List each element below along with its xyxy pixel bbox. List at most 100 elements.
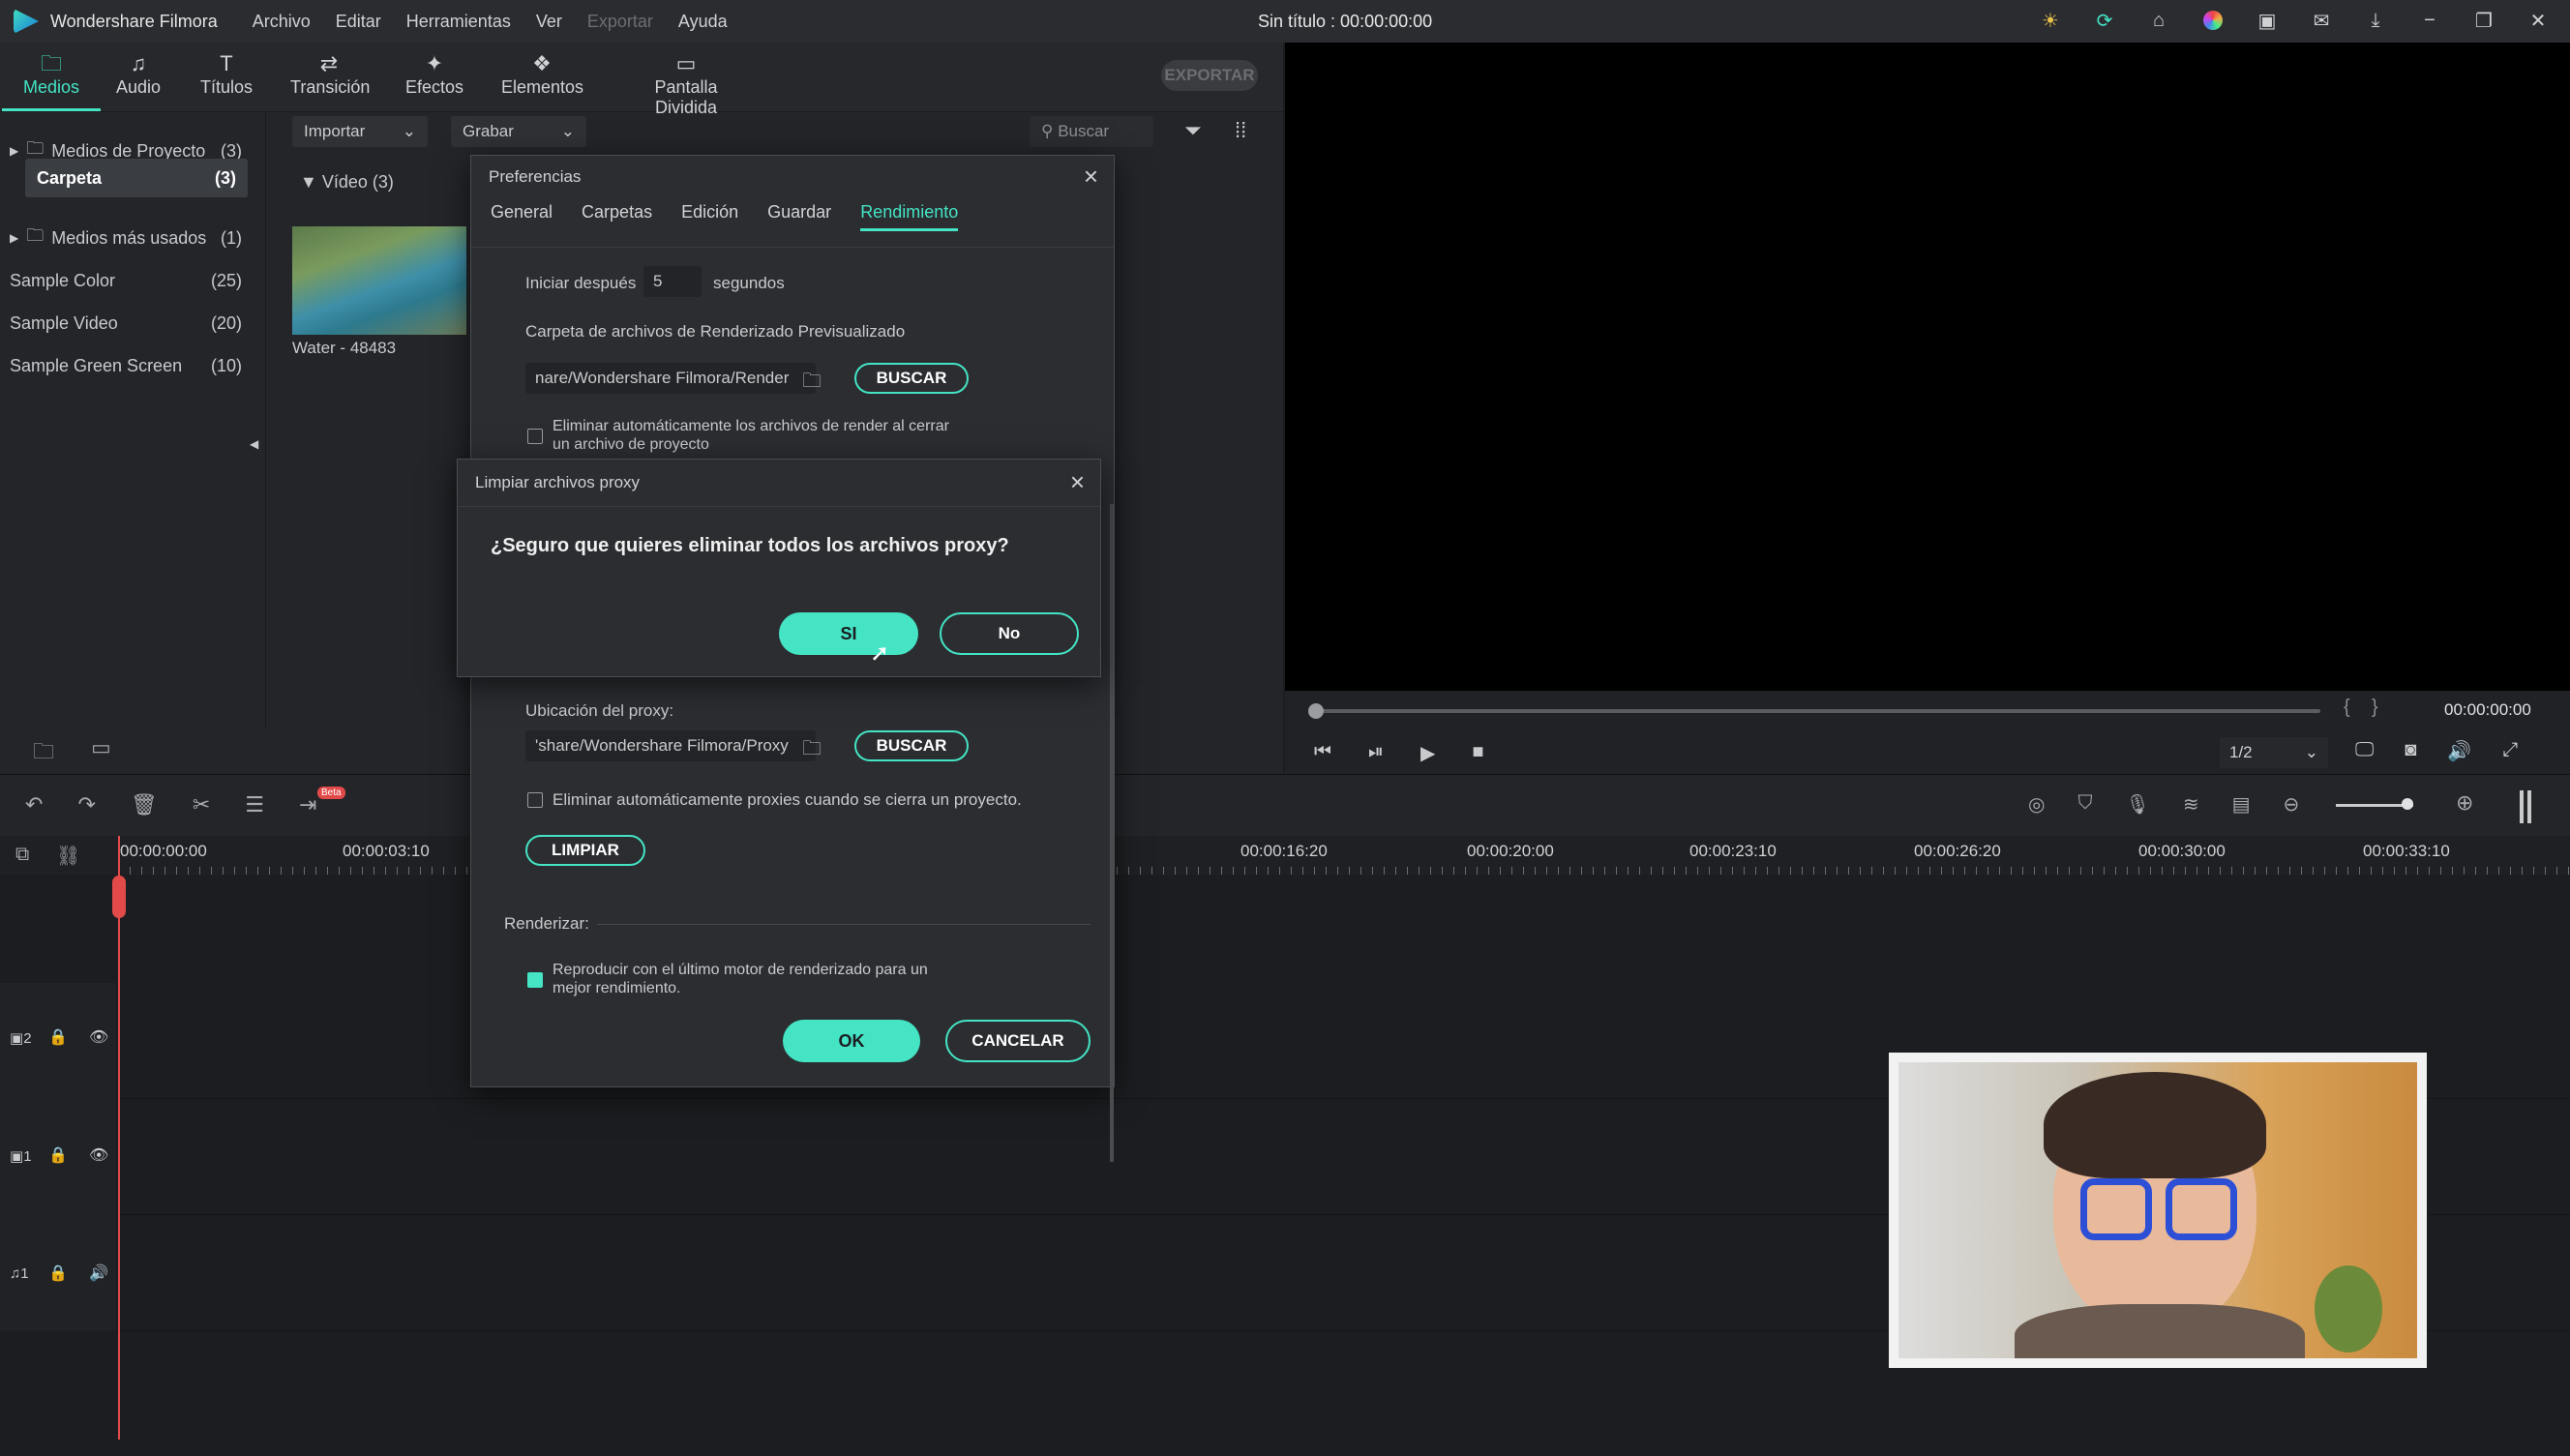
- media-group-header[interactable]: ▼ Vídeo (3): [300, 172, 394, 193]
- redo-icon[interactable]: ↷: [77, 792, 95, 817]
- zoom-slider-knob[interactable]: [2402, 798, 2413, 810]
- clip-thumbnail[interactable]: [292, 226, 466, 335]
- close-window-icon[interactable]: ✕: [2525, 8, 2551, 33]
- seek-knob[interactable]: [1308, 703, 1324, 719]
- sidebar-item-carpeta[interactable]: Carpeta (3): [25, 159, 248, 197]
- export-button[interactable]: EXPORTAR: [1161, 60, 1258, 91]
- scrollbar[interactable]: [1110, 504, 1114, 1162]
- tab-general[interactable]: General: [491, 202, 553, 231]
- sidebar-item-medios-usados[interactable]: ▶ 🗀 Medios más usados (1): [0, 219, 254, 257]
- close-icon[interactable]: ×: [1084, 162, 1098, 192]
- start-after-input[interactable]: 5: [643, 266, 702, 297]
- sidebar-item-sample-video[interactable]: Sample Video (20): [0, 304, 254, 342]
- gift-icon[interactable]: ⌂: [2146, 8, 2171, 33]
- save-icon[interactable]: ▣: [2255, 8, 2280, 33]
- lock-icon[interactable]: 🔒: [48, 1263, 68, 1283]
- restore-icon[interactable]: ❐: [2471, 8, 2496, 33]
- browse-proxy-button[interactable]: BUSCAR: [854, 730, 969, 761]
- search-input[interactable]: ⚲ Buscar: [1030, 116, 1153, 147]
- eye-icon[interactable]: 👁: [89, 1145, 108, 1165]
- sidebar-item-sample-green[interactable]: Sample Green Screen (10): [0, 346, 254, 385]
- folder-outline-icon[interactable]: ▭: [91, 735, 111, 760]
- auto-delete-proxy-checkbox[interactable]: [527, 792, 543, 808]
- filter-icon[interactable]: ⏷: [1184, 118, 1202, 143]
- render-icon[interactable]: ◎: [2028, 792, 2045, 817]
- add-track-icon[interactable]: ⧉: [15, 844, 29, 866]
- menu-exportar[interactable]: Exportar: [587, 12, 653, 32]
- play-icon[interactable]: ▶: [1420, 741, 1435, 765]
- lock-icon[interactable]: 🔒: [48, 1027, 68, 1047]
- no-button[interactable]: No: [940, 612, 1079, 655]
- in-out-markers[interactable]: { }: [2344, 697, 2378, 719]
- lock-icon[interactable]: 🔒: [48, 1145, 68, 1165]
- sync-icon[interactable]: ⟳: [2092, 8, 2117, 33]
- marker-icon[interactable]: ⛉: [2077, 792, 2092, 817]
- record-dropdown[interactable]: Grabar ⌄: [451, 116, 586, 147]
- pause-bar-icon[interactable]: [2520, 790, 2531, 823]
- collapse-panel-icon[interactable]: ◀: [250, 437, 258, 451]
- render-engine-checkbox[interactable]: [527, 972, 543, 988]
- eye-icon[interactable]: 👁: [89, 1027, 108, 1047]
- folder-icon[interactable]: 🗀: [802, 367, 822, 400]
- zoom-ratio-dropdown[interactable]: 1/2 ⌄: [2220, 737, 2328, 768]
- tab-elementos[interactable]: ❖ Elementos: [501, 50, 583, 98]
- tab-titulos[interactable]: T Títulos: [199, 50, 254, 98]
- ok-button[interactable]: OK: [783, 1020, 920, 1062]
- menu-ayuda[interactable]: Ayuda: [678, 12, 728, 32]
- browse-render-button[interactable]: BUSCAR: [854, 363, 969, 394]
- tab-efectos[interactable]: ✦ Efectos: [404, 50, 464, 98]
- tab-guardar[interactable]: Guardar: [767, 202, 831, 231]
- color-wheel-icon[interactable]: [2200, 8, 2226, 33]
- mic-icon[interactable]: 🎙: [2125, 792, 2149, 817]
- tab-rendimiento[interactable]: Rendimiento: [860, 202, 959, 231]
- monitor-icon[interactable]: 🖵: [2355, 739, 2374, 763]
- menu-editar[interactable]: Editar: [336, 12, 381, 32]
- undo-icon[interactable]: ↶: [25, 792, 43, 817]
- download-icon[interactable]: ⤓: [2363, 8, 2388, 33]
- speaker-icon[interactable]: 🔊: [89, 1263, 108, 1283]
- audio-mix-icon[interactable]: ⇥: [299, 792, 316, 817]
- tab-transicion[interactable]: ⇄ Transición: [290, 50, 370, 98]
- prev-frame-icon[interactable]: ⏮: [1314, 741, 1331, 765]
- mail-icon[interactable]: ✉: [2309, 8, 2334, 33]
- cancel-button[interactable]: CANCELAR: [945, 1020, 1091, 1062]
- fullscreen-icon[interactable]: ⤢: [2502, 739, 2518, 763]
- auto-delete-render-checkbox[interactable]: [527, 429, 543, 444]
- tab-audio[interactable]: ♫ Audio: [114, 50, 163, 98]
- menu-ver[interactable]: Ver: [536, 12, 562, 32]
- close-icon[interactable]: ×: [1070, 467, 1085, 497]
- grid-view-icon[interactable]: ⁞⁞: [1235, 118, 1246, 143]
- new-folder-icon[interactable]: 🗀: [33, 735, 54, 772]
- render-path-field[interactable]: nare/Wondershare Filmora/Render: [525, 363, 816, 394]
- bulb-icon[interactable]: ☀: [2038, 8, 2063, 33]
- cut-icon[interactable]: ✂: [193, 792, 210, 817]
- delete-icon[interactable]: 🗑: [131, 792, 158, 817]
- subtitle-icon[interactable]: ▤: [2232, 792, 2251, 817]
- zoom-in-icon[interactable]: ⊕: [2456, 790, 2473, 816]
- minimize-icon[interactable]: −: [2417, 8, 2442, 33]
- proxy-path-field[interactable]: 'share/Wondershare Filmora/Proxy: [525, 730, 816, 761]
- link-icon[interactable]: ⛓: [56, 844, 80, 868]
- voiceover-icon[interactable]: ≋: [2183, 792, 2199, 817]
- play-frame-icon[interactable]: ⏯: [1368, 741, 1384, 765]
- tab-edicion[interactable]: Edición: [681, 202, 738, 231]
- clean-button[interactable]: LIMPIAR: [525, 835, 645, 866]
- folder-icon[interactable]: 🗀: [802, 734, 822, 767]
- zoom-out-icon[interactable]: ⊖: [2284, 792, 2300, 817]
- timeline-ruler[interactable]: ⧉ ⛓ 00:00:00:00 00:00:03:10 00:00:16:20 …: [0, 836, 2570, 875]
- sidebar-item-sample-color[interactable]: Sample Color (25): [0, 261, 254, 300]
- import-dropdown[interactable]: Importar ⌄: [292, 116, 428, 147]
- volume-icon[interactable]: 🔊: [2447, 739, 2471, 763]
- playhead-handle[interactable]: [112, 876, 126, 918]
- tab-medios[interactable]: 🗀 Medios: [2, 50, 101, 111]
- stop-icon[interactable]: ■: [1472, 741, 1483, 765]
- playhead[interactable]: [118, 836, 120, 1440]
- tab-carpetas[interactable]: Carpetas: [582, 202, 652, 231]
- adjust-icon[interactable]: ☰: [245, 792, 264, 817]
- tab-pantalla-dividida[interactable]: ▭ Pantalla Dividida: [627, 50, 745, 118]
- snapshot-icon[interactable]: ◙: [2405, 739, 2416, 763]
- menu-herramientas[interactable]: Herramientas: [406, 12, 511, 32]
- menu-archivo[interactable]: Archivo: [253, 12, 311, 32]
- yes-button[interactable]: SI: [779, 612, 918, 655]
- seek-bar[interactable]: [1314, 709, 2320, 713]
